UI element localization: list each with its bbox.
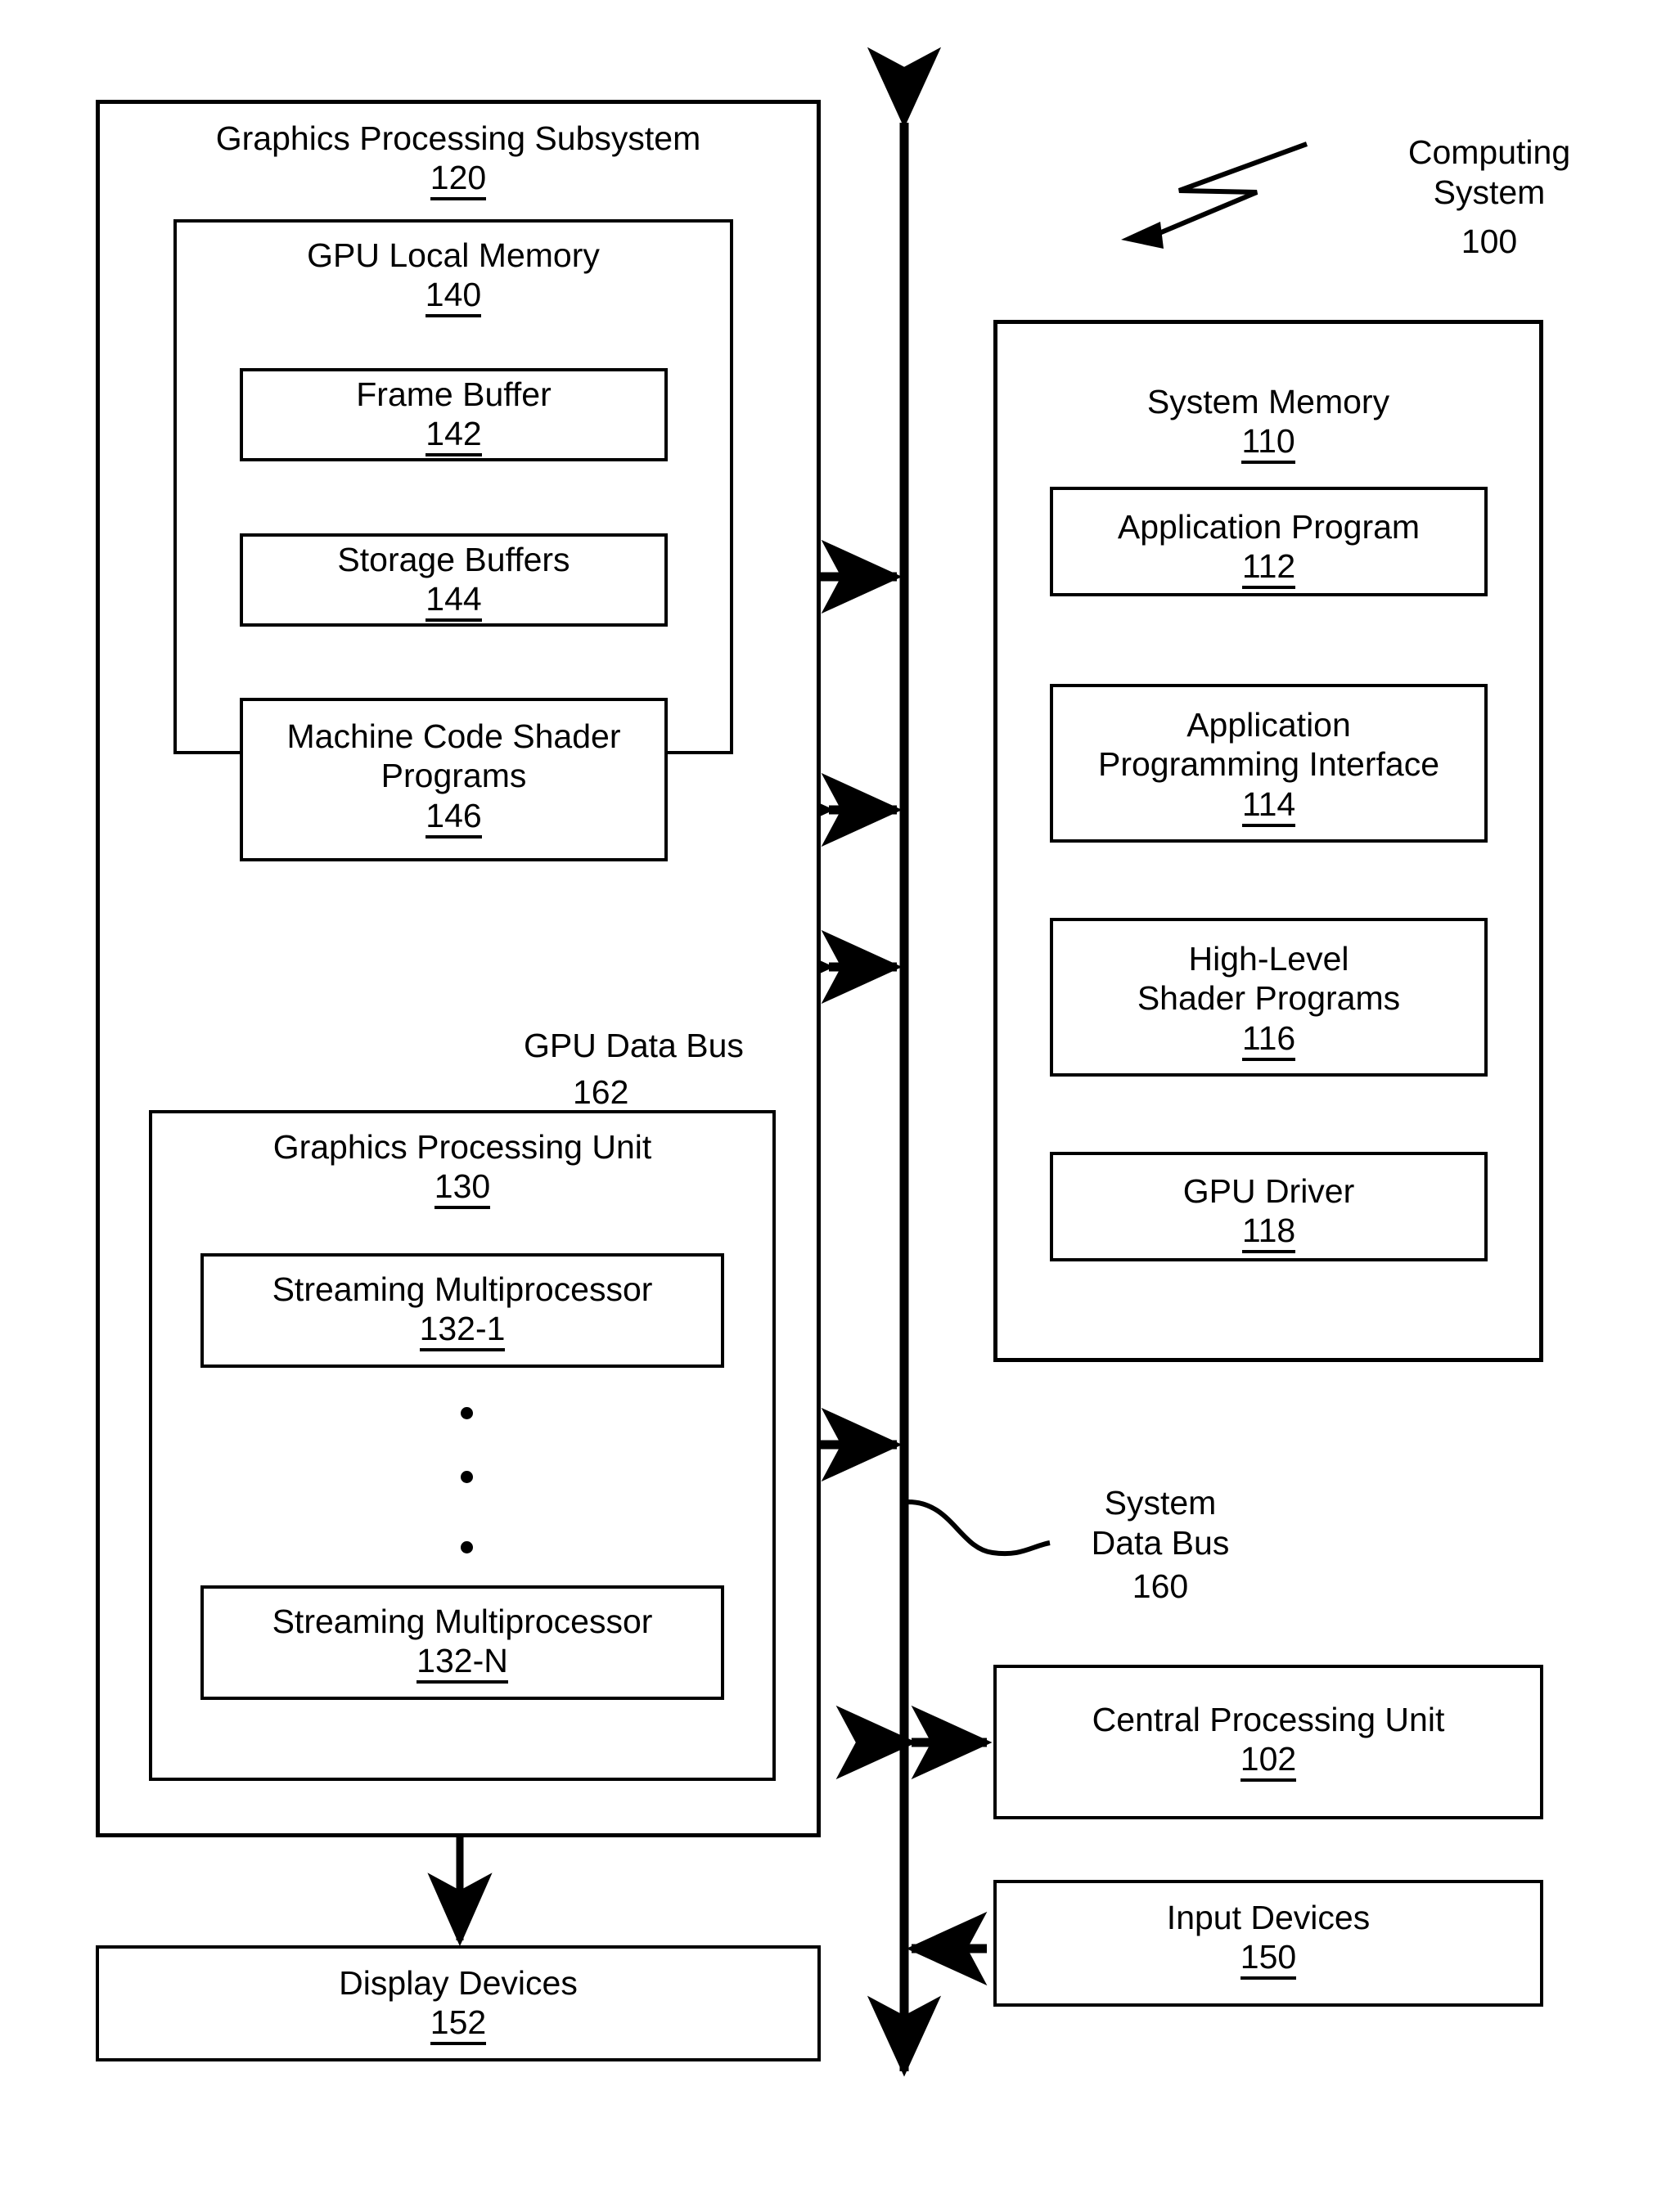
graphics-processing-subsystem-caption: Graphics Processing Subsystem 120 [96,119,821,201]
frame-buffer-caption: Frame Buffer 142 [240,375,668,457]
storage-buffers-caption: Storage Buffers 144 [240,540,668,623]
input-devices-title: Input Devices [1166,1899,1371,1936]
gpu-local-memory-title: GPU Local Memory [307,236,600,274]
system-memory-title: System Memory [1146,383,1390,420]
graphics-processing-subsystem-title: Graphics Processing Subsystem [215,119,701,157]
ellipsis-dot-2 [461,1471,473,1483]
central-processing-unit-caption: Central Processing Unit 102 [993,1700,1543,1783]
application-programming-interface-caption: Application Programming Interface 114 [1050,705,1488,827]
computing-system-leader [1121,142,1308,249]
system-data-bus-number: 160 [1038,1526,1283,1607]
computing-system-number-text: 100 [1461,223,1518,261]
central-processing-unit-number: 102 [993,1739,1543,1783]
display-devices-number: 152 [96,2003,821,2046]
streaming-multiprocessor-1-number: 132-1 [200,1309,724,1352]
central-processing-unit-title: Central Processing Unit [1092,1701,1445,1738]
system-data-bus-leader [907,1499,1051,1557]
streaming-multiprocessor-1-caption: Streaming Multiprocessor 132-1 [200,1270,724,1352]
input-devices-caption: Input Devices 150 [993,1898,1543,1980]
machine-code-shader-programs-number: 146 [240,796,668,838]
high-level-shader-programs-caption: High-Level Shader Programs 116 [1050,939,1488,1061]
storage-buffers-title: Storage Buffers [337,541,570,578]
ellipsis-dot-1 [461,1407,473,1419]
application-programming-interface-title: Application Programming Interface [1097,706,1439,784]
high-level-shader-programs-number: 116 [1050,1018,1488,1061]
system-data-bus-number-text: 160 [1132,1567,1189,1606]
application-programming-interface-number: 114 [1050,785,1488,827]
frame-buffer-number: 142 [240,414,668,457]
graphics-processing-unit-title: Graphics Processing Unit [272,1128,652,1166]
machine-code-shader-programs-title: Machine Code Shader Programs [286,717,621,795]
gpu-driver-title: GPU Driver [1182,1172,1355,1210]
ellipsis-dot-3 [461,1541,473,1553]
frame-buffer-title: Frame Buffer [356,375,552,413]
streaming-multiprocessor-n-number: 132-N [200,1641,724,1684]
streaming-multiprocessor-1-title: Streaming Multiprocessor [272,1270,653,1308]
streaming-multiprocessor-n-title: Streaming Multiprocessor [272,1603,653,1640]
streaming-multiprocessor-n-caption: Streaming Multiprocessor 132-N [200,1602,724,1684]
application-program-caption: Application Program 112 [1050,507,1488,590]
gpu-driver-caption: GPU Driver 118 [1050,1171,1488,1254]
graphics-processing-unit-number: 130 [149,1167,776,1210]
system-memory-caption: System Memory 110 [993,382,1543,465]
input-devices-number: 150 [993,1937,1543,1980]
display-devices-caption: Display Devices 152 [96,1963,821,2046]
application-program-title: Application Program [1117,508,1421,546]
storage-buffers-number: 144 [240,579,668,623]
machine-code-shader-programs-caption: Machine Code Shader Programs 146 [240,717,668,838]
graphics-processing-unit-caption: Graphics Processing Unit 130 [149,1127,776,1210]
gpu-data-bus-number-text: 162 [573,1073,629,1112]
display-devices-title: Display Devices [339,1964,578,2002]
computing-system-number: 100 [1350,182,1628,262]
application-program-number: 112 [1050,546,1488,590]
system-memory-number: 110 [993,421,1543,465]
high-level-shader-programs-title: High-Level Shader Programs [1137,940,1401,1018]
graphics-processing-subsystem-number: 120 [96,158,821,201]
gpu-driver-number: 118 [1050,1211,1488,1254]
gpu-local-memory-number: 140 [173,275,733,318]
figure-canvas: Graphics Processing Subsystem 120 GPU Lo… [0,0,1657,2212]
gpu-local-memory-caption: GPU Local Memory 140 [173,236,733,318]
gpu-data-bus-number: 162 [573,1032,736,1113]
